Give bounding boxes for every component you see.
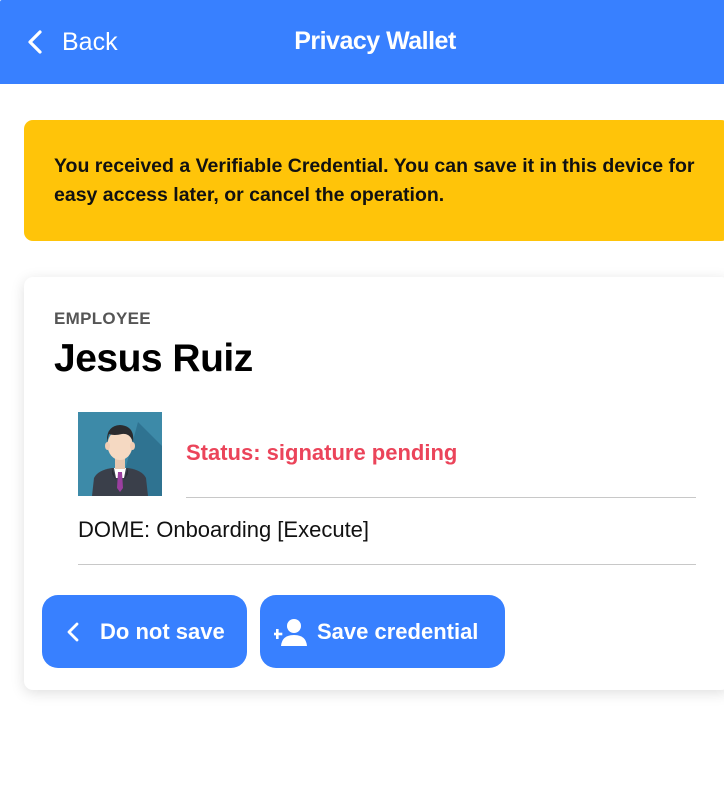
status-text: Status: signature pending — [186, 440, 458, 465]
save-credential-button[interactable]: Save credential — [260, 595, 505, 668]
card-title: Jesus Ruiz — [54, 337, 253, 380]
app-header: Back Privacy Wallet — [0, 0, 724, 84]
person-add-icon — [274, 618, 307, 646]
credential-received-alert: You received a Verifiable Credential. Yo… — [24, 120, 724, 241]
do-not-save-button[interactable]: Do not save — [42, 595, 247, 668]
card-subtitle: EMPLOYEE — [54, 309, 151, 328]
save-credential-label: Save credential — [317, 618, 479, 644]
chevron-left-icon — [67, 622, 79, 641]
credential-item: DOME: Onboarding [Execute] — [78, 498, 696, 565]
credential-card: EMPLOYEE Jesus Ruiz Status: signature pe… — [24, 277, 724, 690]
employee-avatar — [78, 412, 162, 496]
credential-item-text: DOME: Onboarding [Execute] — [78, 517, 370, 542]
do-not-save-label: Do not save — [100, 618, 225, 644]
alert-message: You received a Verifiable Credential. Yo… — [54, 155, 695, 206]
status-row: Status: signature pending — [186, 412, 696, 498]
page-title: Privacy Wallet — [294, 27, 456, 55]
